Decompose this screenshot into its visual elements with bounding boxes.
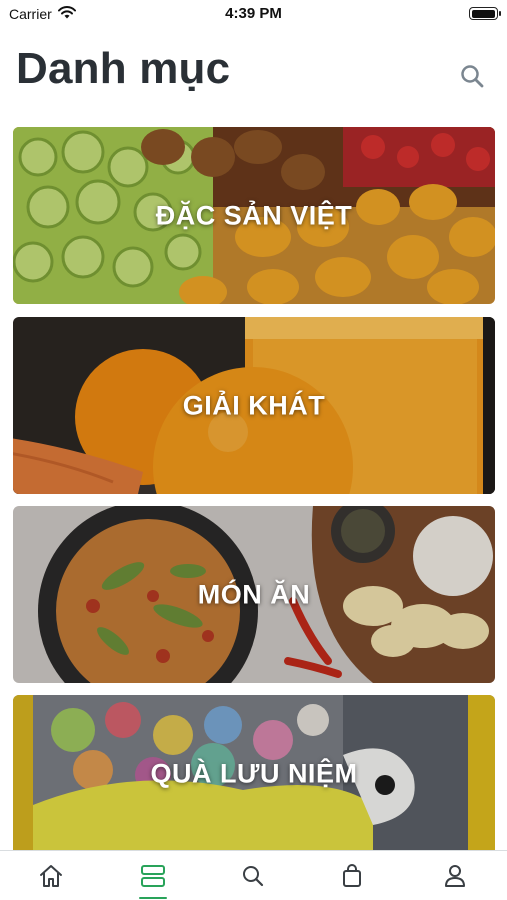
categories-icon [141,865,165,887]
category-label: QUÀ LƯU NIỆM [150,758,358,788]
profile-icon [445,865,465,887]
tab-search[interactable] [223,851,283,900]
search-icon [243,866,264,887]
page-title: Danh mục [16,44,231,93]
bag-icon [343,864,361,887]
tab-profile[interactable] [425,851,485,900]
category-card-qua-luu-niem[interactable]: QUÀ LƯU NIỆM [13,695,495,852]
category-label: GIẢI KHÁT [182,390,326,420]
tab-cart[interactable] [322,851,382,900]
battery-icon [469,7,501,20]
search-icon [461,65,484,88]
category-card-giai-khat[interactable]: GIẢI KHÁT [13,317,495,494]
home-icon [40,865,62,887]
battery-level [471,9,495,18]
status-time: 4:39 PM [225,5,282,22]
tab-categories[interactable] [123,851,183,900]
tab-bar [0,850,507,900]
category-card-dac-san-viet[interactable]: ĐẶC SẢN VIỆT [13,127,495,304]
status-bar: Carrier 4:39 PM [0,0,507,28]
header-search-button[interactable] [457,61,487,91]
active-tab-indicator [139,897,167,899]
tab-home[interactable] [21,851,81,900]
category-label: MÓN ĂN [197,579,311,609]
category-card-mon-an[interactable]: MÓN ĂN [13,506,495,683]
category-label: ĐẶC SẢN VIỆT [155,200,353,230]
